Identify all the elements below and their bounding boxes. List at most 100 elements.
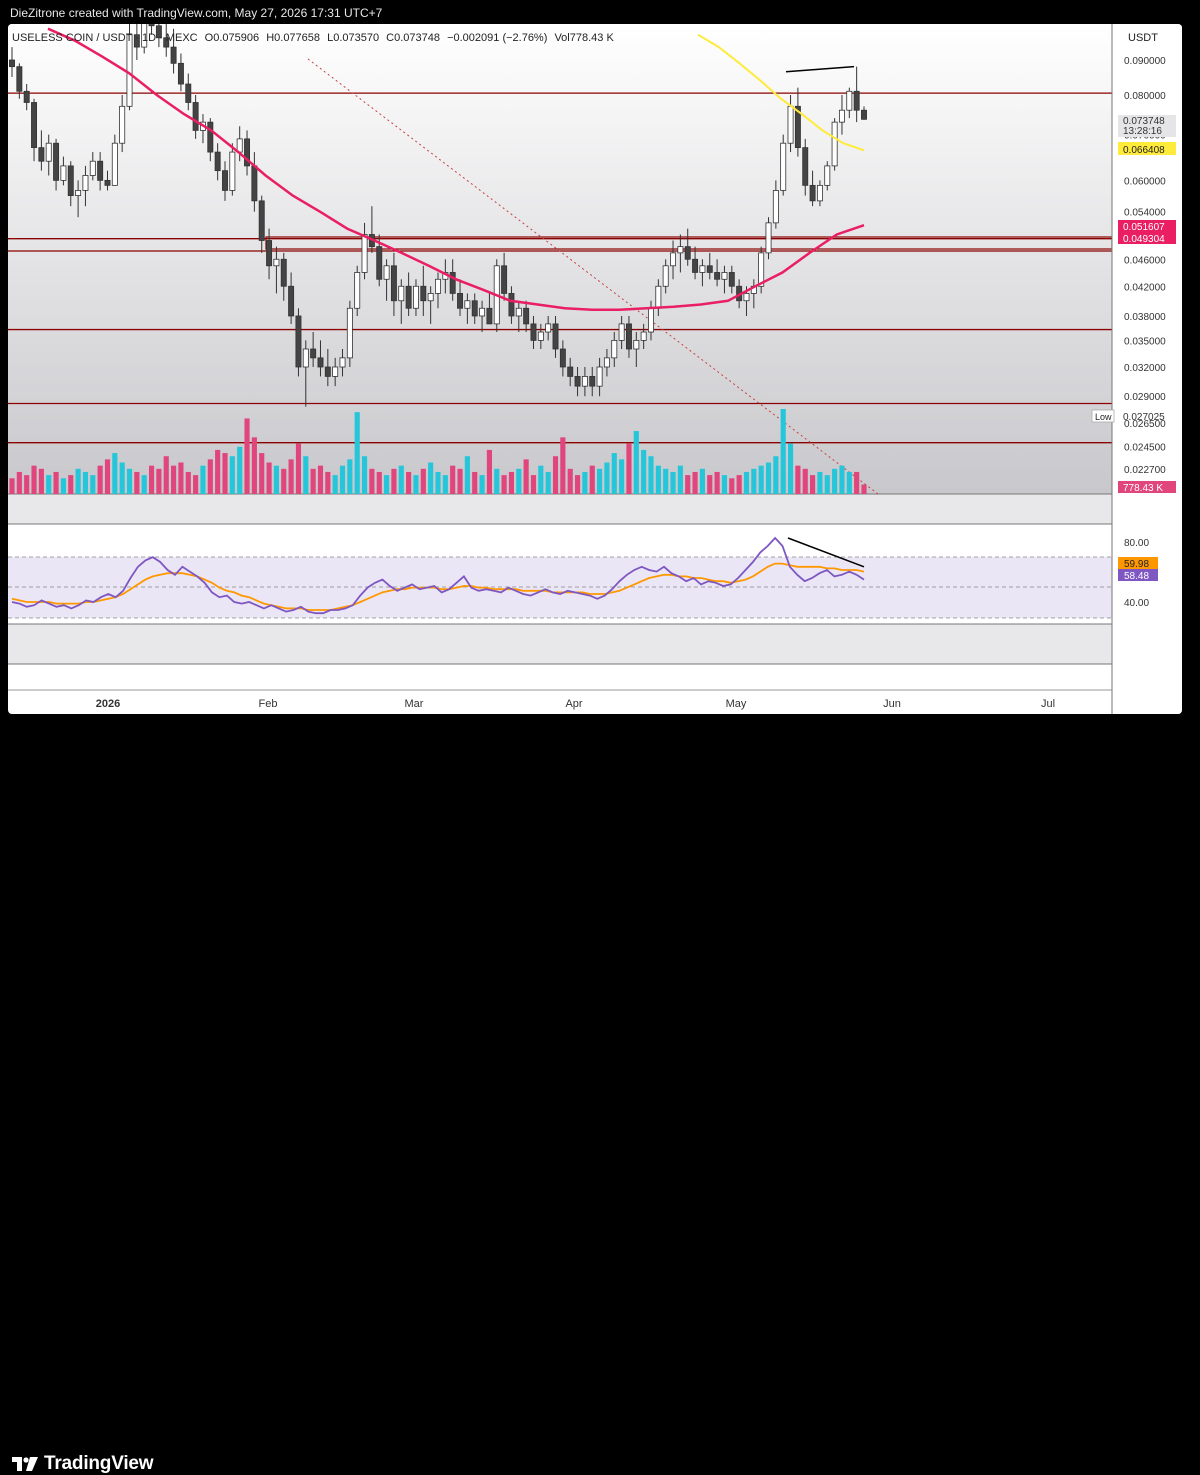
candle-body [53, 142, 60, 181]
candle-body [339, 357, 346, 368]
candle-body [787, 105, 794, 144]
volume-bar [229, 456, 235, 494]
candle-body [23, 90, 30, 103]
volume-bar [486, 449, 492, 494]
legend-l-value: 0.073570 [333, 32, 379, 44]
candle-body [38, 147, 45, 162]
candle-body [31, 102, 38, 149]
volume-bar [802, 468, 808, 494]
volume-bar [494, 468, 500, 494]
price-axis-label: 0.038000 [1124, 312, 1166, 323]
volume-bar [611, 453, 617, 494]
volume-bar [589, 465, 595, 494]
volume-bar [597, 468, 603, 494]
volume-bar [633, 431, 639, 494]
candle-body [545, 323, 552, 333]
time-axis: 2026 Feb Mar Apr May Jun Jul [96, 698, 1055, 710]
volume-bar [339, 465, 346, 494]
volume-bar [295, 443, 302, 494]
candle-body [82, 175, 89, 191]
volume-bar [207, 459, 213, 494]
rsi-axis-80: 80.00 [1124, 538, 1149, 549]
volume-bar [538, 465, 544, 494]
credit-bar: DieZitrone created with TradingView.com,… [0, 0, 1200, 24]
price-axis-label: 0.080000 [1124, 91, 1166, 102]
candle-body [684, 246, 691, 260]
volume-bar [215, 449, 221, 494]
volume-bar [663, 468, 669, 494]
volume-bar [670, 471, 676, 494]
volume-bar [619, 459, 625, 494]
low-value: 0.027025 [1123, 412, 1165, 423]
time-axis-label: Apr [565, 698, 582, 710]
chart-panel[interactable]: USDT 0.0900000.0800000.0700000.0600000.0… [8, 24, 1182, 714]
candle-body [346, 307, 353, 359]
volume-bar [707, 475, 713, 494]
volume-bar [369, 468, 375, 494]
candle-body [280, 258, 287, 287]
volume-bar [259, 453, 265, 494]
level-tag: 0.049304 [1123, 234, 1165, 245]
volume-bar [391, 468, 397, 494]
candle-body [780, 142, 787, 191]
volume-bar [90, 475, 96, 494]
candle-body [273, 258, 280, 267]
tradingview-logo-icon [12, 1457, 38, 1471]
candle-body [699, 265, 706, 273]
price-axis-label: 0.060000 [1124, 176, 1166, 187]
candle-body [479, 307, 486, 317]
time-axis-label: Jul [1041, 698, 1055, 710]
candle-body [677, 246, 684, 254]
volume-bar [406, 471, 412, 494]
volume-bar [714, 471, 720, 494]
chart-svg[interactable]: USDT 0.0900000.0800000.0700000.0600000.0… [8, 24, 1182, 714]
candle-body [846, 90, 853, 111]
volume-bar [552, 456, 559, 494]
candle-body [45, 142, 52, 162]
volume-bar [582, 471, 588, 494]
volume-bar [354, 412, 360, 494]
volume-bar [765, 462, 772, 494]
volume-bar [148, 465, 155, 494]
candle-body [809, 184, 816, 202]
candle-body [405, 285, 412, 309]
candle-body [67, 165, 74, 197]
candle-body [435, 278, 441, 294]
candle-body [288, 285, 295, 317]
volume-bar [787, 443, 794, 494]
candle-body [75, 190, 82, 197]
volume-bar [185, 471, 191, 494]
volume-bar [104, 459, 111, 494]
countdown-tag: 13:28:16 [1123, 126, 1162, 137]
volume-bar [677, 465, 683, 494]
volume-bar [251, 437, 257, 494]
volume-bar [134, 471, 140, 494]
candle-body [831, 121, 838, 167]
price-axis-label: 0.042000 [1124, 282, 1166, 293]
candle-body [552, 323, 559, 350]
candle-body [185, 83, 192, 103]
low-label: Low [1095, 412, 1112, 422]
price-axis-label: 0.032000 [1124, 363, 1166, 374]
volume-bar [193, 475, 199, 494]
candle-body [559, 348, 566, 368]
volume-bar [82, 471, 89, 494]
volume-bar [24, 475, 30, 494]
rsi-band [8, 557, 1112, 618]
volume-bar [795, 465, 801, 494]
candle-body [119, 105, 126, 144]
price-axis-label: 0.035000 [1124, 336, 1166, 347]
candle-body [728, 272, 735, 287]
candle-body [420, 285, 427, 302]
price-axis-label: 0.054000 [1124, 208, 1166, 219]
volume-bar [824, 475, 830, 494]
candle-body [390, 265, 397, 302]
volume-bar [347, 459, 353, 494]
volume-bar [310, 468, 316, 494]
volume-bar [156, 468, 162, 494]
ma-short-tag: 0.066408 [1123, 145, 1165, 156]
volume-bar [163, 456, 169, 494]
candle-body [16, 66, 23, 92]
volume-bar [325, 471, 331, 494]
candle-body [670, 252, 677, 267]
